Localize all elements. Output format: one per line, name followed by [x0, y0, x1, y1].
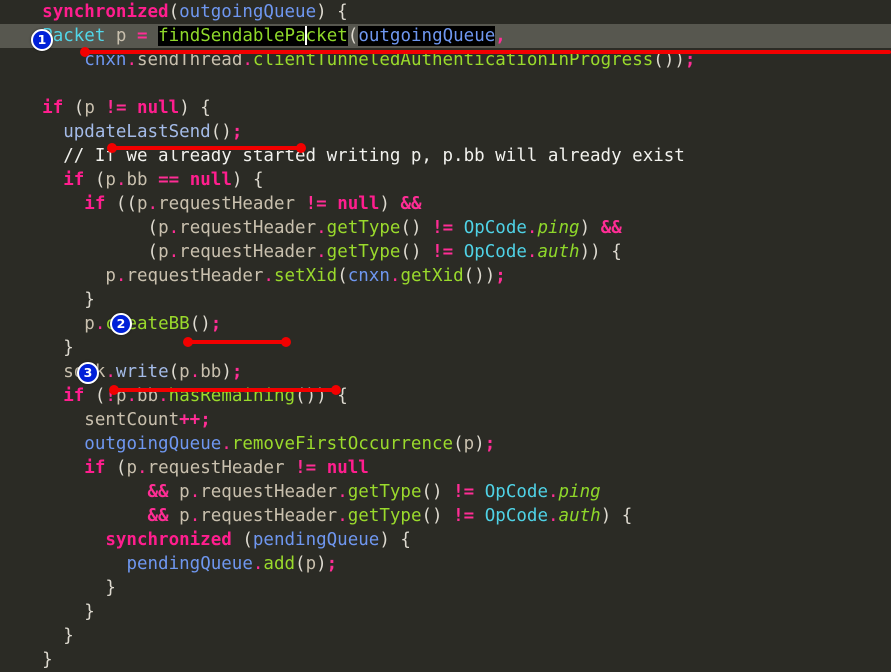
- code-line-12[interactable]: p.requestHeader.setXid(cnxn.getXid());: [0, 264, 891, 288]
- annotation-underline-2: [183, 337, 291, 347]
- annotation-badge-2[interactable]: 2: [110, 313, 132, 335]
- code-line-11[interactable]: (p.requestHeader.getType() != OpCode.aut…: [0, 240, 891, 264]
- code-line-20-content: if (p.requestHeader != null: [84, 458, 369, 478]
- code-line-6-content: updateLastSend();: [63, 122, 243, 142]
- code-line-27-content: }: [63, 626, 74, 646]
- code-line-13[interactable]: }: [0, 288, 891, 312]
- code-line-18[interactable]: sentCount++;: [0, 408, 891, 432]
- code-line-23[interactable]: synchronized (pendingQueue) {: [0, 528, 891, 552]
- code-line-14[interactable]: p.createBB();: [0, 312, 891, 336]
- code-line-1-content: synchronized(outgoingQueue) {: [42, 2, 348, 22]
- code-line-25-content: }: [105, 578, 116, 598]
- code-line-26[interactable]: }: [0, 600, 891, 624]
- code-line-6[interactable]: updateLastSend();: [0, 120, 891, 144]
- code-line-15-content: }: [63, 338, 74, 358]
- code-line-24-content: pendingQueue.add(p);: [126, 554, 338, 574]
- code-line-9-content: if ((p.requestHeader != null) &&: [84, 194, 422, 214]
- code-line-4-content: [0, 74, 11, 94]
- code-line-21[interactable]: && p.requestHeader.getType() != OpCode.p…: [0, 480, 891, 504]
- code-line-16-content: sock.write(p.bb);: [63, 362, 243, 382]
- code-line-5-content: if (p != null) {: [42, 98, 211, 118]
- code-line-2-content: Packet p = findSendablePacket(outgoingQu…: [42, 26, 506, 46]
- code-line-23-content: synchronized (pendingQueue) {: [105, 530, 411, 550]
- code-line-5[interactable]: if (p != null) {: [0, 96, 891, 120]
- code-line-28[interactable]: }: [0, 648, 891, 672]
- code-line-19[interactable]: outgoingQueue.removeFirstOccurrence(p);: [0, 432, 891, 456]
- code-line-11-content: (p.requestHeader.getType() != OpCode.aut…: [147, 242, 622, 262]
- annotation-badge-1[interactable]: 1: [31, 29, 53, 51]
- code-line-25[interactable]: }: [0, 576, 891, 600]
- text-selection[interactable]: findSendablePacket: [158, 26, 348, 46]
- code-line-9[interactable]: if ((p.requestHeader != null) &&: [0, 192, 891, 216]
- text-selection-tail[interactable]: outgoingQueue: [358, 26, 496, 46]
- code-line-10-content: (p.requestHeader.getType() != OpCode.pin…: [147, 218, 622, 238]
- code-line-27[interactable]: }: [0, 624, 891, 648]
- code-line-21-content: && p.requestHeader.getType() != OpCode.p…: [147, 482, 601, 502]
- code-line-19-content: outgoingQueue.removeFirstOccurrence(p);: [84, 434, 496, 454]
- code-line-8[interactable]: if (p.bb == null) {: [0, 168, 891, 192]
- code-line-16[interactable]: sock.write(p.bb);: [0, 360, 891, 384]
- text-caret: [304, 26, 307, 45]
- annotation-underline-3: [109, 385, 341, 395]
- code-line-15[interactable]: }: [0, 336, 891, 360]
- annotation-badge-3[interactable]: 3: [77, 362, 99, 384]
- annotation-underline-for-update-last-send: [107, 143, 306, 153]
- code-line-20[interactable]: if (p.requestHeader != null: [0, 456, 891, 480]
- annotation-underline-1: [80, 47, 891, 57]
- code-line-22[interactable]: && p.requestHeader.getType() != OpCode.a…: [0, 504, 891, 528]
- code-line-22-content: && p.requestHeader.getType() != OpCode.a…: [147, 506, 633, 526]
- code-line-2[interactable]: Packet p = findSendablePacket(outgoingQu…: [0, 24, 891, 48]
- code-line-28-content: }: [42, 650, 53, 670]
- code-line-18-content: sentCount++;: [84, 410, 211, 430]
- code-line-12-content: p.requestHeader.setXid(cnxn.getXid());: [105, 266, 506, 286]
- code-line-24[interactable]: pendingQueue.add(p);: [0, 552, 891, 576]
- code-line-10[interactable]: (p.requestHeader.getType() != OpCode.pin…: [0, 216, 891, 240]
- code-line-1[interactable]: synchronized(outgoingQueue) {: [0, 0, 891, 24]
- code-editor[interactable]: synchronized(outgoingQueue) { Packet p =…: [0, 0, 891, 671]
- code-line-8-content: if (p.bb == null) {: [63, 170, 264, 190]
- code-line-13-content: }: [84, 290, 95, 310]
- code-line-26-content: }: [84, 602, 95, 622]
- code-line-7-content: // If we already started writing p, p.bb…: [0, 146, 685, 166]
- code-line-4[interactable]: [0, 72, 891, 96]
